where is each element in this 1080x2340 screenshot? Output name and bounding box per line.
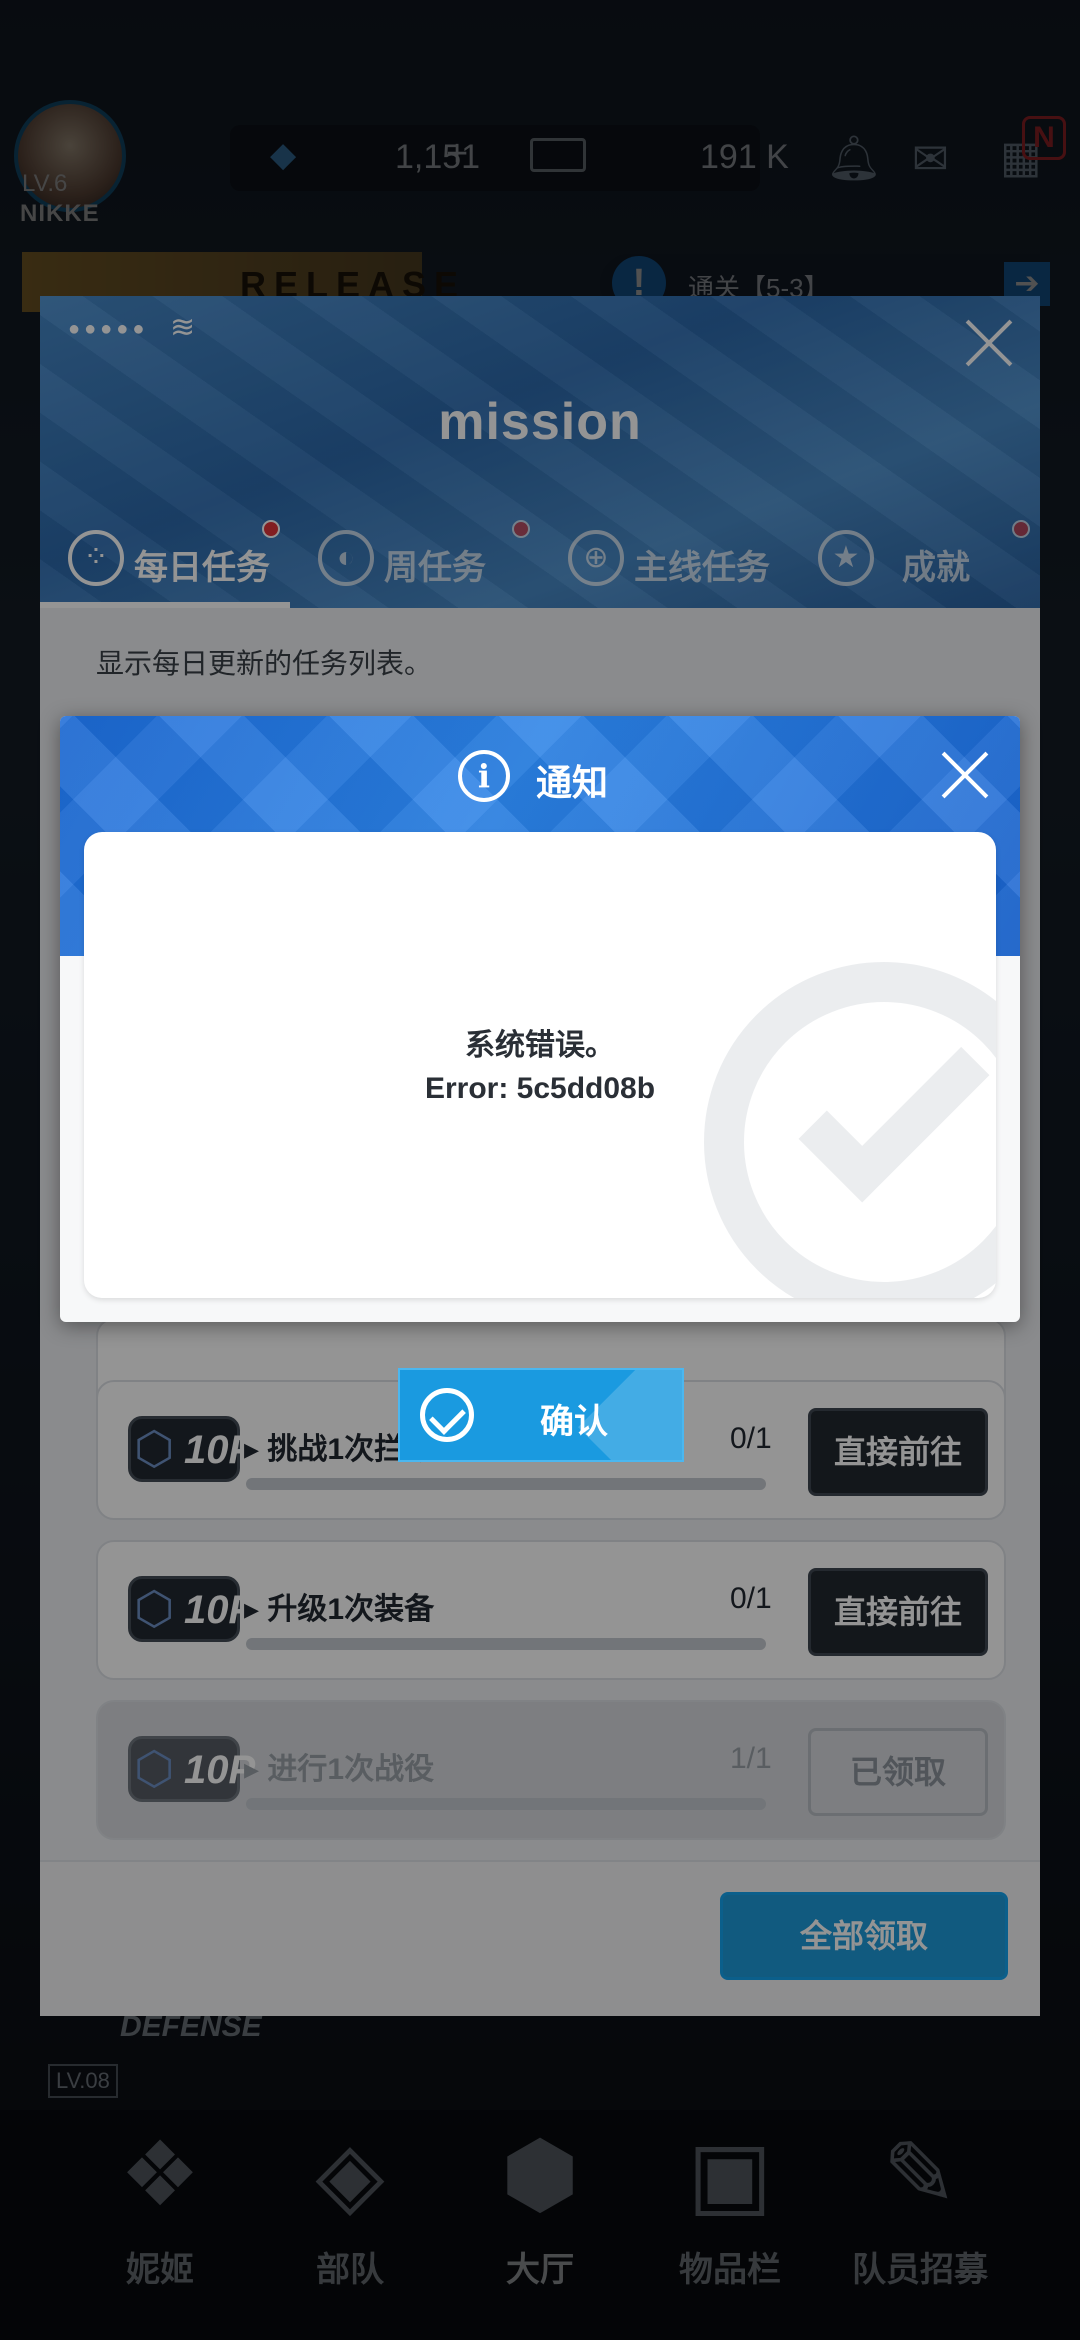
close-icon[interactable] [940, 750, 990, 800]
error-code: Error: 5c5dd08b [424, 1072, 656, 1105]
notice-dialog: i 通知 系统错误。 Error: 5c5dd08b [60, 716, 1020, 1322]
dialog-title: 通知 [536, 762, 609, 803]
confirm-button[interactable]: 确认 [398, 1368, 684, 1462]
check-circle-icon [420, 1388, 474, 1442]
dialog-body: 系统错误。 Error: 5c5dd08b [84, 832, 996, 1298]
confirm-label: 确认 [540, 1403, 608, 1441]
error-message: 系统错误。 [465, 1029, 615, 1062]
info-icon: i [458, 750, 510, 802]
